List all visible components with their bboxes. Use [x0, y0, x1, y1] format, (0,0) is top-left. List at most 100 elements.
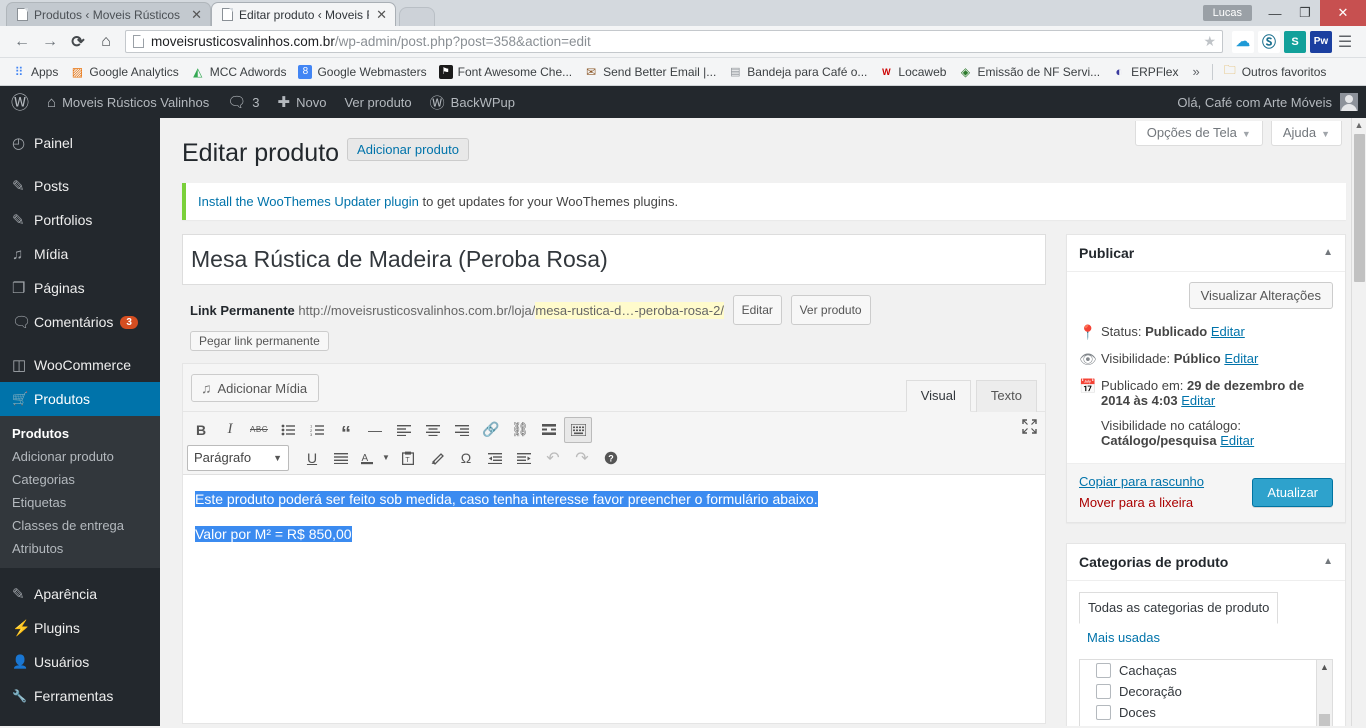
horizontal-rule-icon[interactable]: —: [361, 417, 389, 443]
back-icon[interactable]: ←: [8, 33, 36, 51]
address-bar[interactable]: moveisrusticosvalinhos.com.br/wp-admin/p…: [125, 30, 1223, 53]
copy-to-draft-link[interactable]: Copiar para rascunho: [1079, 474, 1204, 494]
submenu-item-classes-de-entrega[interactable]: Classes de entrega: [0, 514, 160, 537]
close-window-button[interactable]: ✕: [1320, 0, 1366, 26]
new-tab-button[interactable]: [399, 7, 435, 26]
browser-menu-icon[interactable]: ☰: [1332, 32, 1358, 52]
category-checkbox[interactable]: [1096, 662, 1111, 678]
adminbar-view-product[interactable]: Ver produto: [335, 86, 420, 118]
page-scrollbar[interactable]: ▲: [1351, 118, 1366, 726]
edit-status-link[interactable]: Editar: [1211, 324, 1245, 339]
reload-icon[interactable]: ⟳: [64, 32, 92, 52]
sidebar-item-usuarios[interactable]: 👤 Usuários: [0, 645, 160, 679]
adminbar-comments[interactable]: 🗨 3: [218, 86, 268, 118]
paste-as-text-icon[interactable]: T: [394, 445, 422, 471]
outdent-icon[interactable]: [481, 445, 509, 471]
fullscreen-icon[interactable]: [1022, 418, 1037, 438]
bookmark-star-icon[interactable]: ★: [1203, 33, 1216, 50]
bookmark-locaweb[interactable]: W Locaweb: [873, 63, 952, 81]
list-item[interactable]: Doces: [1080, 702, 1332, 723]
adminbar-new-content[interactable]: ✚ Novo: [269, 86, 336, 118]
chevron-up-icon[interactable]: ▲: [1323, 247, 1333, 258]
scroll-up-arrow-icon[interactable]: ▲: [1317, 660, 1332, 672]
undo-icon[interactable]: ↶: [539, 445, 567, 471]
editor-content-area[interactable]: Este produto poderá ser feito sob medida…: [183, 474, 1045, 723]
adminbar-backwpup[interactable]: Ⓦ BackWPup: [421, 86, 524, 118]
browser-tab-produtos[interactable]: Produtos ‹ Moveis Rústicos ✕: [6, 2, 211, 26]
minimize-button[interactable]: —: [1260, 0, 1290, 26]
adminbar-my-account[interactable]: Olá, Café com Arte Móveis: [1177, 93, 1366, 111]
blockquote-icon[interactable]: “: [332, 417, 360, 444]
list-item[interactable]: Cachaças: [1080, 660, 1332, 681]
post-title-input[interactable]: [182, 233, 1046, 285]
sidebar-item-plugins[interactable]: ⚡ Plugins: [0, 611, 160, 645]
redo-icon[interactable]: ↷: [568, 445, 596, 471]
submenu-item-adicionar-produto[interactable]: Adicionar produto: [0, 445, 160, 468]
bookmark-bandeja-cafe[interactable]: ▤ Bandeja para Café o...: [722, 63, 873, 81]
bookmark-send-better-email[interactable]: ✉ Send Better Email |...: [578, 63, 722, 81]
unlink-icon[interactable]: ⛓: [506, 417, 534, 443]
strikethrough-icon[interactable]: ABC: [245, 417, 273, 443]
wordpress-logo-icon[interactable]: Ⓦ: [0, 89, 38, 115]
text-color-caret-icon[interactable]: ▼: [379, 445, 393, 471]
align-left-icon[interactable]: [390, 417, 418, 443]
tab-close-icon[interactable]: ✕: [376, 8, 387, 21]
bookmark-google-analytics[interactable]: ▨ Google Analytics: [64, 63, 184, 81]
scroll-up-arrow-icon[interactable]: ▲: [1352, 118, 1366, 133]
bulleted-list-icon[interactable]: [274, 417, 302, 443]
edit-catalog-link[interactable]: Editar: [1220, 433, 1254, 448]
bookmark-folder-outros-favoritos[interactable]: 🗀 Outros favoritos: [1217, 63, 1333, 81]
list-item[interactable]: Decoração: [1080, 681, 1332, 702]
chevron-up-icon[interactable]: ▲: [1323, 556, 1333, 567]
sidebar-item-aparencia[interactable]: ✎ Aparência: [0, 577, 160, 611]
add-media-button[interactable]: ♫ Adicionar Mídia: [191, 373, 320, 402]
move-to-trash-link[interactable]: Mover para a lixeira: [1079, 495, 1193, 510]
tab-close-icon[interactable]: ✕: [191, 8, 202, 21]
tab-texto[interactable]: Texto: [975, 379, 1037, 412]
underline-icon[interactable]: U: [298, 445, 326, 471]
text-color-icon[interactable]: A: [356, 445, 378, 471]
align-right-icon[interactable]: [448, 417, 476, 443]
special-character-icon[interactable]: Ω: [452, 445, 480, 471]
skype-extension-icon[interactable]: Ⓢ: [1258, 30, 1280, 53]
italic-icon[interactable]: I: [216, 417, 244, 443]
submenu-item-atributos[interactable]: Atributos: [0, 537, 160, 560]
categories-checklist[interactable]: Cachaças Decoração Doces ▲: [1079, 658, 1333, 726]
scrollbar-thumb[interactable]: [1319, 713, 1330, 726]
align-center-icon[interactable]: [419, 417, 447, 443]
sidebar-item-portfolios[interactable]: ✎ Portfolios: [0, 203, 160, 237]
submenu-item-etiquetas[interactable]: Etiquetas: [0, 491, 160, 514]
bookmark-apps[interactable]: ⠿ Apps: [6, 63, 64, 81]
tab-visual[interactable]: Visual: [905, 379, 971, 412]
screen-options-button[interactable]: Opções de Tela ▼: [1134, 121, 1263, 146]
insert-link-icon[interactable]: 🔗: [477, 417, 505, 443]
submenu-item-categorias[interactable]: Categorias: [0, 468, 160, 491]
categories-scrollbar[interactable]: ▲: [1316, 659, 1332, 726]
sidebar-item-woocommerce[interactable]: ◫ WooCommerce: [0, 348, 160, 382]
browser-user-chip[interactable]: Lucas: [1202, 5, 1252, 21]
help-button[interactable]: Ajuda ▼: [1270, 121, 1342, 146]
sidebar-item-painel[interactable]: ◴ Painel: [0, 126, 160, 160]
bookmarks-overflow-icon[interactable]: »: [1184, 62, 1207, 81]
edit-permalink-button[interactable]: Editar: [732, 294, 782, 325]
numbered-list-icon[interactable]: 123: [303, 417, 331, 443]
add-new-product-button[interactable]: Adicionar produto: [347, 138, 469, 161]
page-scrollbar-thumb[interactable]: [1354, 134, 1365, 282]
bold-icon[interactable]: B: [187, 417, 215, 443]
read-more-icon[interactable]: [535, 417, 563, 443]
pdf-extension-icon[interactable]: Pw: [1310, 30, 1332, 53]
edit-date-link[interactable]: Editar: [1181, 393, 1215, 408]
toggle-toolbar-icon[interactable]: [564, 416, 592, 443]
update-button[interactable]: Atualizar: [1252, 478, 1333, 507]
sidebar-item-posts[interactable]: ✎ Posts: [0, 169, 160, 203]
view-product-button[interactable]: Ver produto: [790, 294, 871, 325]
bookmark-google-webmasters[interactable]: 8 Google Webmasters: [292, 63, 432, 81]
home-icon[interactable]: ⌂: [92, 33, 120, 51]
sidebar-item-paginas[interactable]: ❐ Páginas: [0, 271, 160, 305]
sidebar-item-midia[interactable]: ♫ Mídia: [0, 237, 160, 271]
bookmark-font-awesome[interactable]: ⚑ Font Awesome Che...: [433, 63, 579, 81]
categories-box-header[interactable]: Categorias de produto ▲: [1067, 544, 1345, 581]
category-checkbox[interactable]: [1096, 704, 1111, 720]
install-updater-link[interactable]: Install the WooThemes Updater plugin: [198, 194, 419, 209]
sidebar-item-produtos[interactable]: 🛒 Produtos: [0, 382, 168, 416]
